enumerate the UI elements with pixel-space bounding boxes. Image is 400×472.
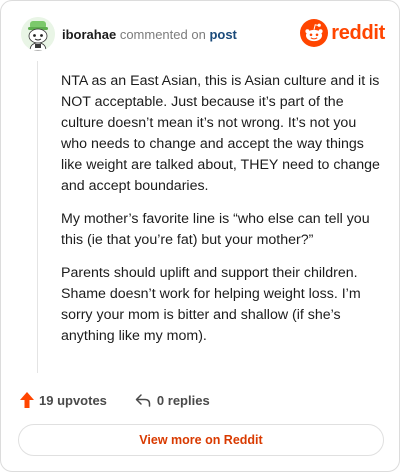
thread-line <box>37 61 38 373</box>
post-link[interactable]: post <box>209 27 236 42</box>
comment-body: NTA as an East Asian, this is Asian cult… <box>61 71 383 359</box>
upvote-count: 19 upvotes <box>39 392 107 408</box>
snoo-avatar-icon[interactable] <box>21 17 55 51</box>
comment-meta: iborahae commented on post <box>62 27 237 43</box>
reddit-logo-icon <box>300 19 329 47</box>
upvote-button[interactable]: 19 upvotes <box>19 391 107 409</box>
username-link[interactable]: iborahae <box>62 27 116 42</box>
comment-paragraph: My mother’s favorite line is “who else c… <box>61 211 370 248</box>
comment-header: iborahae commented on post reddit <box>21 17 385 53</box>
comment-paragraph: Parents should uplift and support their … <box>61 265 361 344</box>
upvote-arrow-icon <box>20 392 34 408</box>
reply-count: 0 replies <box>156 392 210 408</box>
commented-on-text: commented on <box>119 27 206 42</box>
view-more-button[interactable]: View more on Reddit <box>18 424 384 456</box>
comment-paragraph: NTA as an East Asian, this is Asian cult… <box>61 73 380 194</box>
reply-arrow-icon <box>135 394 151 407</box>
reddit-wordmark: reddit <box>331 22 385 44</box>
replies-button[interactable]: 0 replies <box>135 392 210 408</box>
comment-actions: 19 upvotes 0 replies <box>19 389 210 411</box>
embedded-comment-card: iborahae commented on post reddit NTA as… <box>0 0 400 472</box>
reddit-logo[interactable]: reddit <box>300 19 385 47</box>
